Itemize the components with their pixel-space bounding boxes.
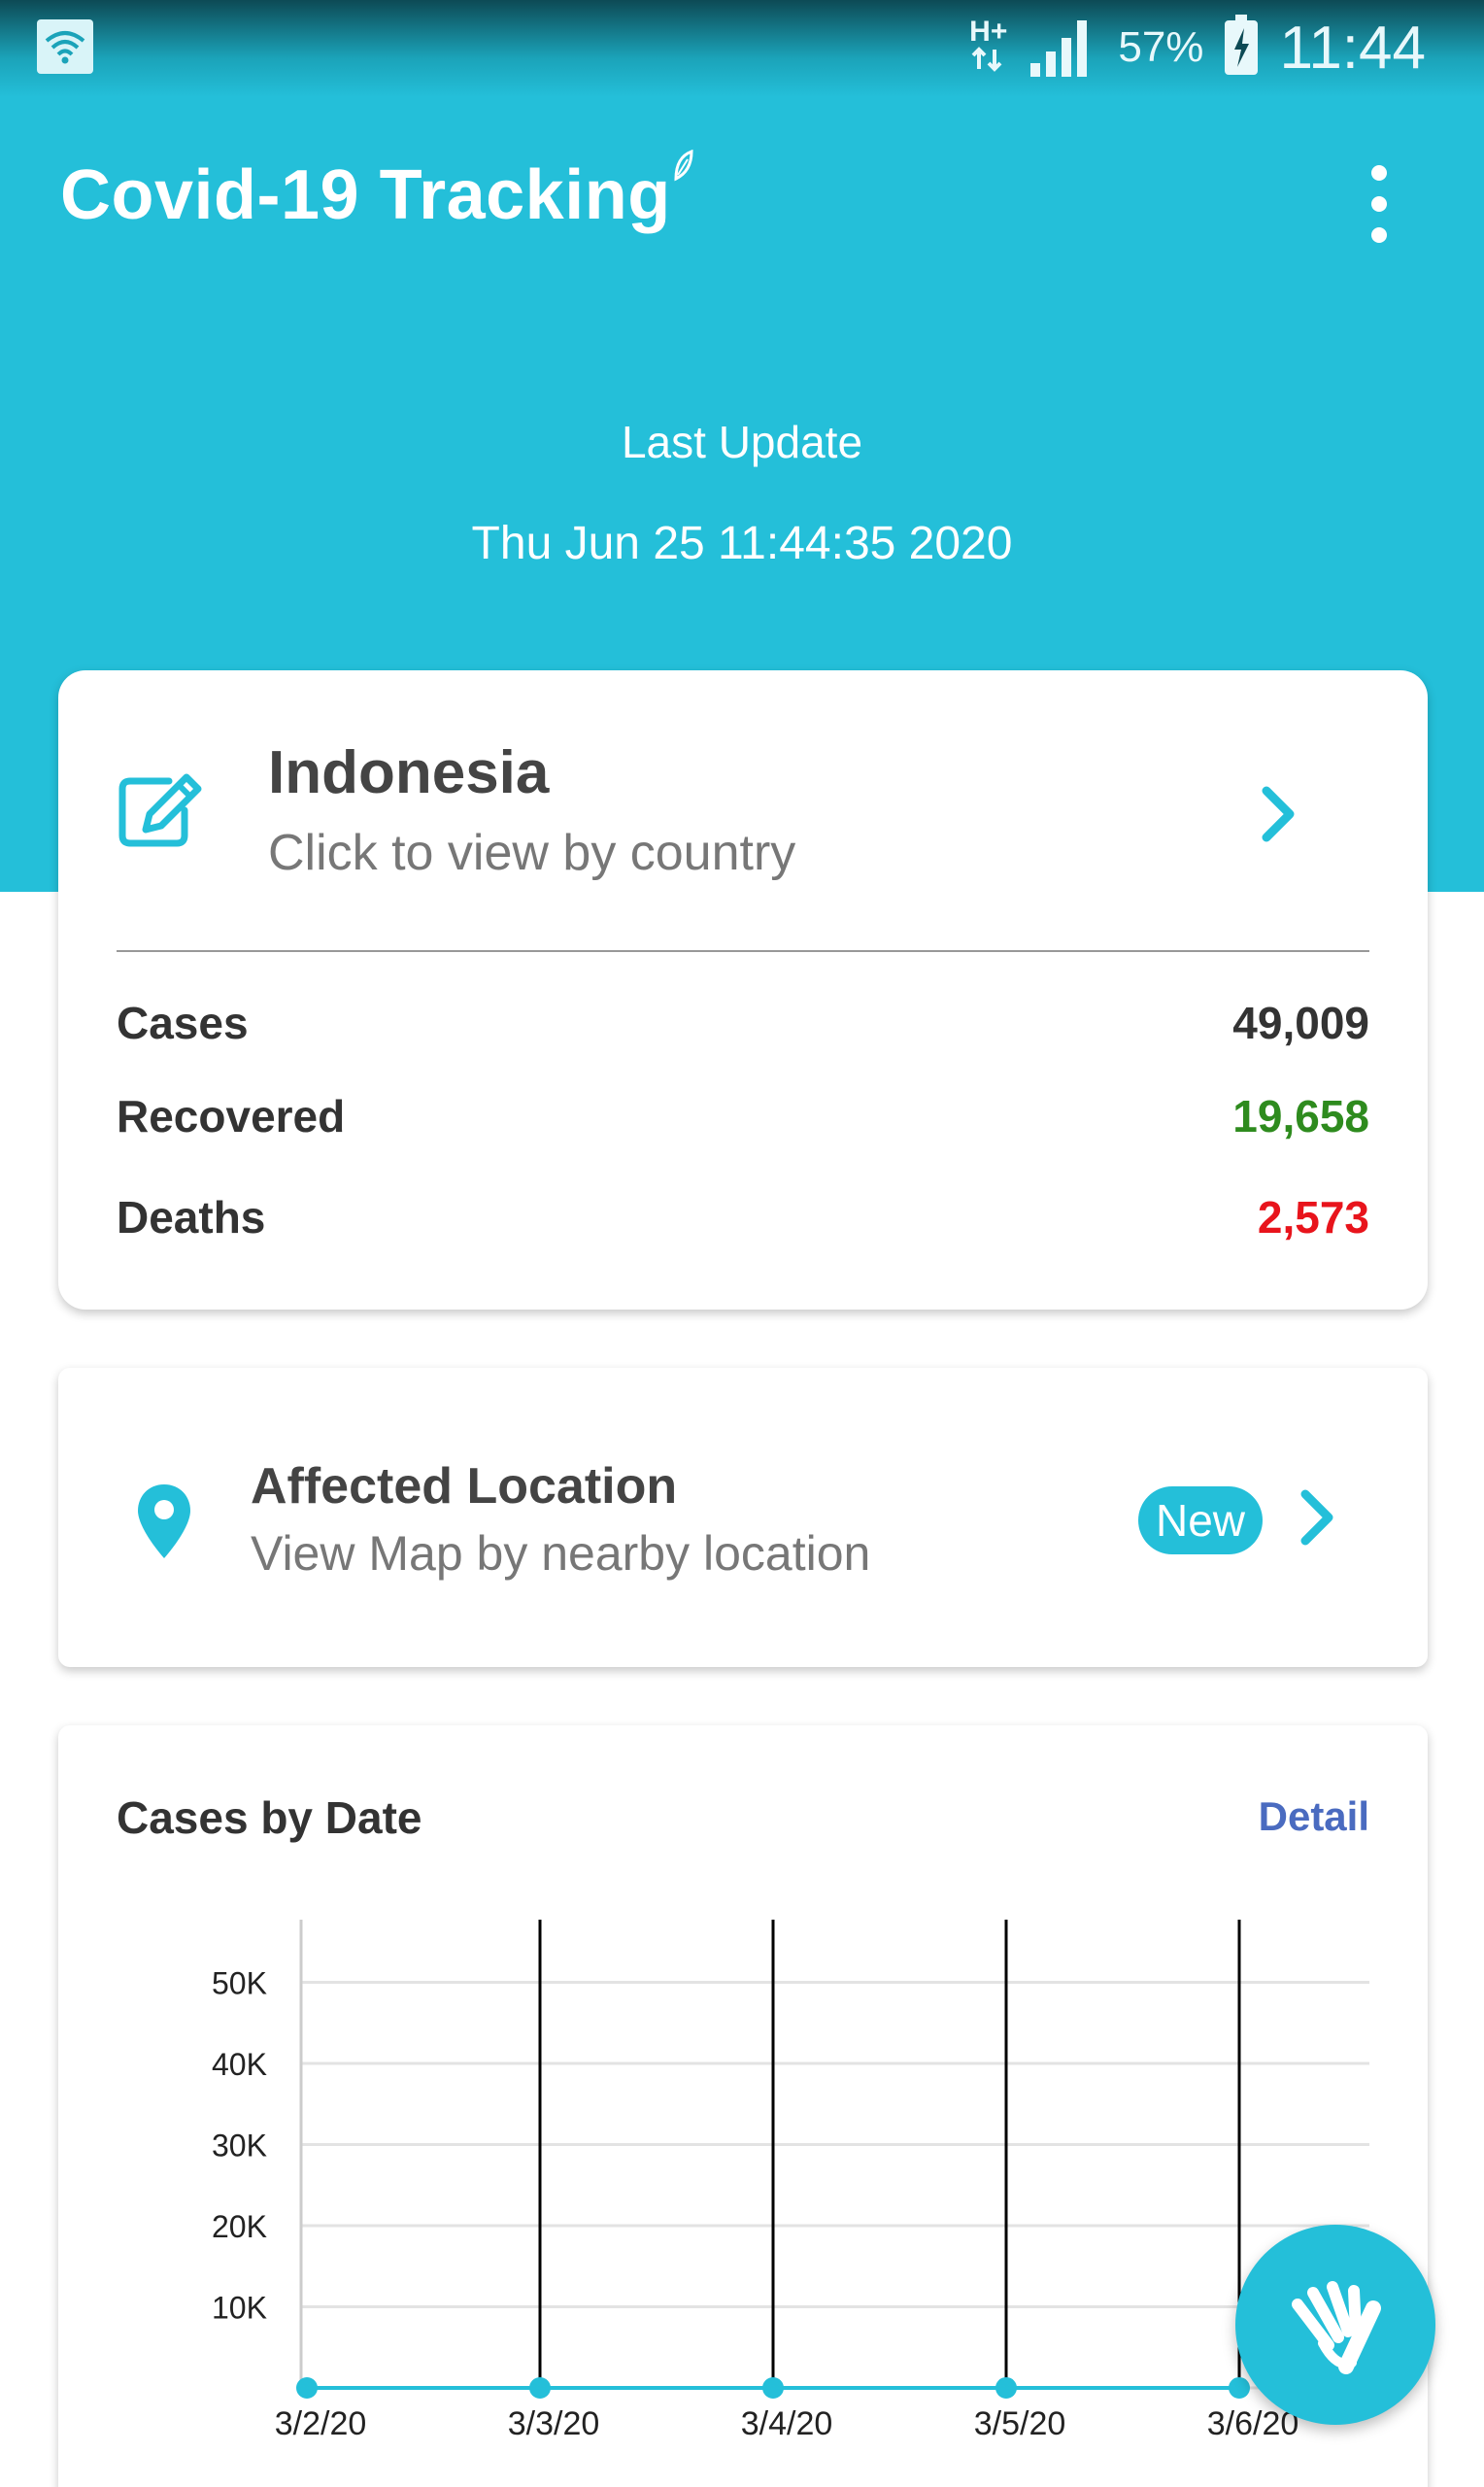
chevron-right-icon[interactable] [1259, 785, 1298, 843]
card-divider [117, 950, 1369, 952]
cases-chart: 10K20K30K40K50K3/2/20 3/3/20 3/4/20 3/5/20 3… [212, 1920, 1369, 2442]
data-point [529, 2376, 551, 2399]
country-name: Indonesia [268, 739, 550, 806]
data-arrows-icon [971, 46, 1002, 72]
stat-value-deaths: 2,573 [1257, 1192, 1369, 1243]
x-tick-label: 3/2/20 [275, 2405, 367, 2442]
fab-button[interactable] [1235, 2225, 1435, 2425]
network-type: H+ [969, 15, 1008, 48]
x-tick-label: 3/5/20 [974, 2405, 1066, 2442]
country-card[interactable]: Indonesia Click to view by country Cases… [58, 670, 1428, 1310]
stat-label: Deaths [117, 1192, 266, 1243]
country-subtitle: Click to view by country [268, 825, 796, 881]
leaf-icon [674, 149, 693, 182]
data-point [762, 2376, 784, 2399]
y-tick-label: 10K [212, 2291, 267, 2326]
stat-row-recovered: Recovered 19,658 [117, 1090, 1369, 1148]
signal-icon [1030, 20, 1088, 77]
status-indicators: H+ 57% 11:44 [969, 14, 1426, 82]
status-bar: H+ 57% 11:44 [0, 0, 1484, 97]
last-update-value: Thu Jun 25 11:44:35 2020 [471, 518, 1013, 569]
location-title: Affected Location [251, 1458, 678, 1515]
y-tick-label: 30K [212, 2129, 267, 2163]
x-tick-label: 3/4/20 [741, 2405, 833, 2442]
stat-value-cases: 49,009 [1232, 998, 1369, 1048]
battery-charging-icon [1225, 15, 1259, 75]
y-tick-label: 50K [212, 1966, 267, 2001]
stat-row-cases: Cases 49,009 [117, 997, 1369, 1055]
stat-row-deaths: Deaths 2,573 [117, 1191, 1369, 1249]
hand-wave-icon [1292, 2281, 1381, 2374]
data-point [1229, 2376, 1250, 2399]
x-tick-label: 3/3/20 [508, 2405, 600, 2442]
y-tick-label: 20K [212, 2209, 267, 2244]
affected-location-card[interactable]: Affected Location View Map by nearby loc… [58, 1368, 1428, 1667]
stat-label: Recovered [117, 1091, 346, 1141]
data-point [995, 2376, 1017, 2399]
cases-by-date-card: Cases by Date Detail 10K 20K 30K 40K 50K 3/2/… [58, 1725, 1428, 2487]
new-badge: New [1138, 1486, 1263, 1554]
last-update-label: Last Update [621, 417, 863, 467]
battery-percent: 57% [1118, 23, 1204, 71]
stat-value-recovered: 19,658 [1232, 1091, 1369, 1141]
edit-icon [118, 773, 202, 847]
location-subtitle: View Map by nearby location [251, 1526, 871, 1581]
y-tick-label: 40K [212, 2047, 267, 2082]
wifi-icon [37, 19, 93, 74]
app-title: Covid-19 Tracking [60, 156, 671, 234]
data-point [296, 2376, 318, 2399]
stat-label: Cases [117, 998, 249, 1048]
clock: 11:44 [1279, 14, 1426, 82]
chevron-right-icon[interactable] [1298, 1488, 1336, 1547]
map-pin-icon [138, 1484, 190, 1558]
overflow-menu-icon[interactable] [1360, 165, 1399, 243]
network-indicator: H+ [969, 15, 1008, 78]
